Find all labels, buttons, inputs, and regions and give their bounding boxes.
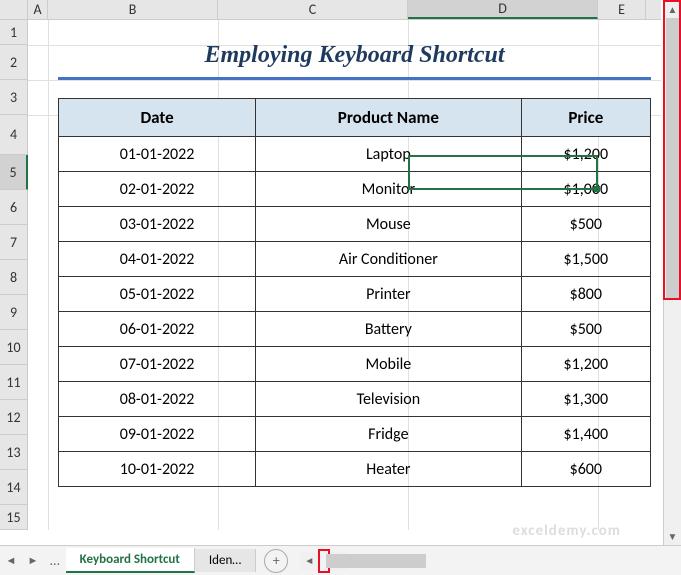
cell-product[interactable]: Laptop bbox=[256, 137, 522, 172]
cell-price[interactable]: $1,000 bbox=[521, 172, 650, 207]
table-row: 10-01-2022Heater$600 bbox=[59, 452, 651, 487]
cell-price[interactable]: $1,200 bbox=[521, 347, 650, 382]
row-header-12[interactable]: 12 bbox=[0, 400, 28, 435]
column-header-C[interactable]: C bbox=[218, 0, 408, 19]
cell-date[interactable]: 03-01-2022 bbox=[59, 207, 256, 242]
cell-product[interactable]: Mobile bbox=[256, 347, 522, 382]
cell-product[interactable]: Television bbox=[256, 382, 522, 417]
cells-area[interactable]: Employing Keyboard Shortcut Date Product… bbox=[28, 20, 661, 530]
table-row: 01-01-2022Laptop$1,200 bbox=[59, 137, 651, 172]
table-row: 09-01-2022Fridge$1,400 bbox=[59, 417, 651, 452]
sheet-nav-more[interactable]: … bbox=[44, 552, 66, 569]
cell-product[interactable]: Mouse bbox=[256, 207, 522, 242]
column-headers: A B C D E bbox=[0, 0, 661, 20]
row-header-15[interactable]: 15 bbox=[0, 505, 28, 530]
cell-price[interactable]: $1,400 bbox=[521, 417, 650, 452]
cell-product[interactable]: Battery bbox=[256, 312, 522, 347]
table-row: 02-01-2022Monitor$1,000 bbox=[59, 172, 651, 207]
sheet-nav-next[interactable]: ► bbox=[22, 547, 44, 575]
column-header-E[interactable]: E bbox=[598, 0, 646, 19]
table-header-row: Date Product Name Price bbox=[59, 99, 651, 137]
row-header-7[interactable]: 7 bbox=[0, 225, 28, 260]
hscroll-thumb[interactable] bbox=[326, 554, 426, 568]
table-row: 07-01-2022Mobile$1,200 bbox=[59, 347, 651, 382]
row-header-6[interactable]: 6 bbox=[0, 190, 28, 225]
cell-date[interactable]: 10-01-2022 bbox=[59, 452, 256, 487]
cell-price[interactable]: $1,200 bbox=[521, 137, 650, 172]
cell-product[interactable]: Printer bbox=[256, 277, 522, 312]
row-header-5[interactable]: 5 bbox=[0, 155, 28, 190]
cell-date[interactable]: 08-01-2022 bbox=[59, 382, 256, 417]
cell-price[interactable]: $1,500 bbox=[521, 242, 650, 277]
row-headers: 1 2 3 4 5 6 7 8 9 10 11 12 13 14 15 bbox=[0, 20, 28, 530]
scroll-down-button[interactable]: ▼ bbox=[664, 527, 681, 545]
cell-price[interactable]: $500 bbox=[521, 312, 650, 347]
header-product[interactable]: Product Name bbox=[256, 99, 522, 137]
watermark: exceldemy.com bbox=[512, 522, 621, 540]
tab-iden[interactable]: Iden… bbox=[195, 549, 256, 572]
cell-price[interactable]: $600 bbox=[521, 452, 650, 487]
cell-date[interactable]: 06-01-2022 bbox=[59, 312, 256, 347]
tab-keyboard-shortcut[interactable]: Keyboard Shortcut bbox=[66, 548, 195, 573]
cell-date[interactable]: 09-01-2022 bbox=[59, 417, 256, 452]
cell-date[interactable]: 04-01-2022 bbox=[59, 242, 256, 277]
row-header-11[interactable]: 11 bbox=[0, 365, 28, 400]
cell-price[interactable]: $800 bbox=[521, 277, 650, 312]
row-header-1[interactable]: 1 bbox=[0, 20, 28, 45]
table-row: 04-01-2022Air Conditioner$1,500 bbox=[59, 242, 651, 277]
column-header-A[interactable]: A bbox=[28, 0, 48, 19]
table-row: 03-01-2022Mouse$500 bbox=[59, 207, 651, 242]
data-table: Date Product Name Price 01-01-2022Laptop… bbox=[58, 98, 651, 487]
select-all-corner[interactable] bbox=[0, 0, 28, 19]
header-date[interactable]: Date bbox=[59, 99, 256, 137]
table-row: 08-01-2022Television$1,300 bbox=[59, 382, 651, 417]
cell-product[interactable]: Heater bbox=[256, 452, 522, 487]
scroll-left-button[interactable]: ◄ bbox=[300, 552, 318, 570]
header-price[interactable]: Price bbox=[521, 99, 650, 137]
cell-product[interactable]: Monitor bbox=[256, 172, 522, 207]
horizontal-scrollbar[interactable]: ◄ ► bbox=[296, 549, 681, 573]
row-header-13[interactable]: 13 bbox=[0, 435, 28, 470]
cell-date[interactable]: 07-01-2022 bbox=[59, 347, 256, 382]
cell-date[interactable]: 01-01-2022 bbox=[59, 137, 256, 172]
page-title: Employing Keyboard Shortcut bbox=[58, 30, 651, 80]
table-row: 05-01-2022Printer$800 bbox=[59, 277, 651, 312]
cell-price[interactable]: $500 bbox=[521, 207, 650, 242]
column-header-B[interactable]: B bbox=[48, 0, 218, 19]
sheet-nav-prev[interactable]: ◄ bbox=[0, 547, 22, 575]
spreadsheet-grid: A B C D E 1 2 3 4 5 6 7 8 9 10 11 12 13 … bbox=[0, 0, 661, 545]
vertical-scrollbar[interactable]: ▲ ▼ bbox=[663, 0, 681, 545]
cell-date[interactable]: 05-01-2022 bbox=[59, 277, 256, 312]
row-header-14[interactable]: 14 bbox=[0, 470, 28, 505]
cell-product[interactable]: Fridge bbox=[256, 417, 522, 452]
vscroll-annotation bbox=[663, 0, 681, 300]
row-header-10[interactable]: 10 bbox=[0, 330, 28, 365]
row-header-2[interactable]: 2 bbox=[0, 45, 28, 80]
cell-product[interactable]: Air Conditioner bbox=[256, 242, 522, 277]
row-header-3[interactable]: 3 bbox=[0, 80, 28, 115]
column-header-D[interactable]: D bbox=[408, 0, 598, 19]
add-sheet-button[interactable]: + bbox=[264, 549, 288, 573]
bottom-bar: ◄ ► … Keyboard Shortcut Iden… + ◄ ► bbox=[0, 545, 681, 575]
row-header-8[interactable]: 8 bbox=[0, 260, 28, 295]
cell-price[interactable]: $1,300 bbox=[521, 382, 650, 417]
row-header-4[interactable]: 4 bbox=[0, 115, 28, 155]
row-header-9[interactable]: 9 bbox=[0, 295, 28, 330]
table-row: 06-01-2022Battery$500 bbox=[59, 312, 651, 347]
cell-date[interactable]: 02-01-2022 bbox=[59, 172, 256, 207]
